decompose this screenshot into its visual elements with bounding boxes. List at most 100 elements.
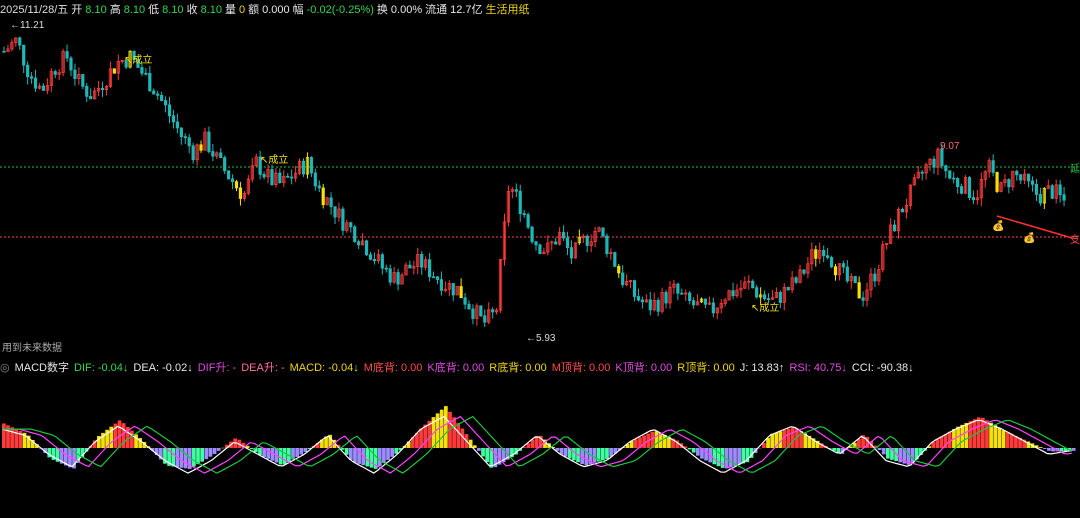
candle-body [948, 170, 952, 179]
macd-bar [968, 421, 973, 448]
macd-bar [605, 448, 609, 459]
macd-bar [964, 422, 969, 448]
macd-bar [353, 448, 357, 463]
candle-body [234, 181, 239, 189]
candle-body [585, 235, 589, 246]
macd-bar [1071, 448, 1076, 451]
candle-body [459, 286, 463, 299]
macd-bar [691, 448, 696, 453]
candle-body [309, 157, 313, 174]
candle-body [341, 208, 345, 231]
candle-body [1058, 184, 1062, 196]
macd-bar [117, 420, 122, 448]
candle-body [538, 244, 542, 255]
candle-body [191, 145, 195, 161]
candle-body [1034, 183, 1039, 195]
low-price-label: ←5.93 [526, 333, 556, 344]
candle-body [140, 67, 144, 74]
candle-body [451, 283, 455, 296]
macd-bar [766, 438, 770, 448]
candles [2, 36, 1066, 328]
candle-body [956, 178, 960, 187]
candle-body [89, 95, 93, 100]
candle-body [676, 283, 680, 294]
candle-body [73, 69, 77, 79]
macd-bar [947, 431, 952, 448]
candle-body [932, 158, 936, 168]
candle-body [313, 172, 317, 187]
signal-label-3: ↖成立 [751, 303, 780, 314]
candle-body [755, 287, 759, 298]
macd-bar [1038, 447, 1043, 448]
candle-body [270, 169, 274, 186]
macd-bar [654, 431, 659, 448]
macd-bar [939, 436, 944, 448]
candle-body [711, 302, 715, 314]
macd-bar [729, 448, 733, 468]
indicator-chart[interactable] [0, 376, 1080, 518]
candle-body [53, 71, 57, 75]
candle-body [1050, 185, 1054, 199]
price-chart[interactable] [0, 0, 1080, 352]
candle-body [778, 292, 782, 303]
macd-bar [1047, 448, 1051, 451]
candle-body [822, 250, 826, 257]
candle-body [439, 279, 444, 291]
candle-body [920, 171, 924, 174]
candle-body [601, 227, 605, 237]
sector-label[interactable]: 生活用纸 [486, 4, 530, 16]
candle-body [534, 241, 538, 246]
macd-bar [2, 423, 6, 448]
macd-bar [220, 447, 225, 449]
macd-bar [390, 448, 395, 457]
macd-bar [204, 448, 209, 460]
candle-body [396, 272, 400, 285]
candle-body [207, 131, 211, 152]
candle-body [353, 226, 357, 243]
candle-body [1007, 179, 1011, 188]
candle-body [333, 206, 337, 218]
candle-body [873, 273, 877, 282]
candle-body [372, 258, 377, 262]
candle-body [230, 178, 235, 183]
candle-body [183, 136, 187, 139]
candle-body [384, 267, 388, 270]
macd-bar [348, 448, 353, 460]
indicator-settings-icon[interactable]: ◎ [0, 362, 10, 374]
candle-body [833, 266, 838, 276]
indicator-name[interactable]: MACD数字 [15, 362, 69, 374]
macd-bar [1059, 448, 1064, 452]
candle-body [1019, 174, 1023, 181]
quote-date: 2025/11/28/五 [0, 4, 69, 16]
candle-body [112, 68, 116, 74]
candle-body [826, 255, 830, 258]
candle-body [148, 72, 152, 92]
macd-bar [365, 448, 370, 467]
macd-bar [737, 448, 741, 465]
candle-body [463, 297, 467, 305]
candle-body [420, 253, 424, 268]
candle-body [364, 240, 369, 256]
recent-high-label: 9.07 [940, 141, 960, 152]
macd-bar [857, 438, 861, 448]
candle-body [853, 276, 857, 284]
candle-body [431, 276, 436, 279]
candle-body [522, 213, 526, 216]
candle-body [388, 268, 392, 283]
candle-body [802, 269, 806, 274]
macd-bar [200, 448, 204, 462]
candle-body [144, 72, 148, 75]
candle-body [664, 292, 668, 304]
macd-bar [704, 448, 708, 461]
macd-bar [423, 424, 428, 448]
candle-body [692, 300, 696, 306]
macd-bar [993, 425, 998, 448]
candle-body [435, 276, 440, 280]
macd-bar [443, 406, 448, 448]
macd-bar [295, 448, 300, 457]
quote-info-bar: 2025/11/28/五开 8.10 高 8.10 低 8.10 收 8.10 量 0 额 0.000… [0, 4, 530, 16]
macd-bar [452, 417, 456, 448]
macd-bar [662, 434, 667, 448]
macd-bar [282, 448, 287, 465]
macd-bar [572, 448, 576, 461]
